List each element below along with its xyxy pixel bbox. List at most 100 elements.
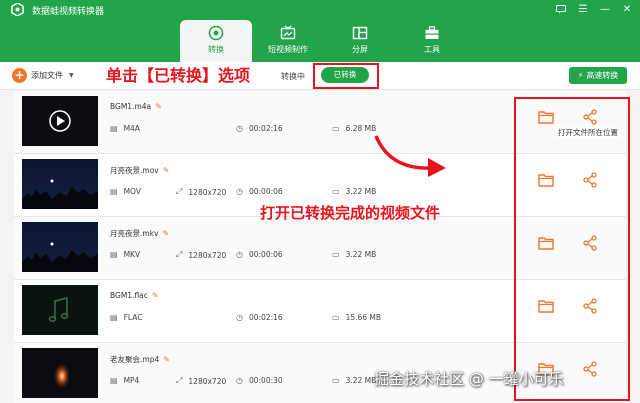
file-resolution: ⤢ 1280x720 xyxy=(176,376,226,386)
file-duration: ◷ 00:00:06 xyxy=(236,250,283,259)
annotation-arrow-icon xyxy=(374,135,446,177)
film-icon: ▤ xyxy=(110,187,118,196)
close-icon[interactable]: ✕ xyxy=(620,2,634,16)
file-size: ▭ 3.22 MB xyxy=(332,250,376,259)
file-duration: ◷ 00:02:16 xyxy=(236,313,283,322)
main-nav: 转换 短视频制作 分屏 工具 xyxy=(180,20,468,62)
music-note-icon xyxy=(48,297,69,322)
annotation-box-actions xyxy=(514,97,630,401)
folder-small-icon: ▭ xyxy=(332,124,340,133)
file-format: ▤ FLAC xyxy=(110,313,142,322)
file-name-text: BGM1.flac xyxy=(110,291,148,300)
plus-icon: + xyxy=(12,68,27,83)
minimize-icon[interactable]: — xyxy=(598,2,612,16)
menu-icon[interactable]: ☰ xyxy=(576,2,590,16)
play-icon xyxy=(49,110,71,132)
file-format: ▤ MP4 xyxy=(110,376,139,385)
annotation-click-converted: 单击【已转换】选项 xyxy=(106,66,251,85)
resolution-icon: ⤢ xyxy=(176,187,183,196)
file-format-text: MOV xyxy=(123,187,141,196)
app-title: 数据蛙视频转换器 xyxy=(32,7,105,17)
file-format-text: MP4 xyxy=(123,376,140,385)
file-duration-text: 00:00:06 xyxy=(248,250,283,259)
edit-icon[interactable]: ✎ xyxy=(163,166,171,175)
video-thumbnail xyxy=(22,348,98,398)
film-icon: ▤ xyxy=(110,250,118,259)
edit-icon[interactable]: ✎ xyxy=(162,229,170,238)
tab-split-screen[interactable]: 分屏 xyxy=(324,20,396,62)
file-name: BGM1.m4a ✎ xyxy=(110,102,163,111)
add-file-button[interactable]: + 添加文件 ▼ xyxy=(12,68,74,83)
annotation-open-files: 打开已转换完成的视频文件 xyxy=(260,204,441,222)
file-size: ▭ 3.22 MB xyxy=(332,376,376,385)
tab-split-screen-label: 分屏 xyxy=(352,45,368,54)
file-format-text: MKV xyxy=(123,250,141,259)
night-scene-icon xyxy=(22,179,98,209)
file-format-text: FLAC xyxy=(123,313,143,322)
file-duration: ◷ 00:00:30 xyxy=(236,376,283,385)
film-icon: ▤ xyxy=(110,124,118,133)
file-resolution: ⤢ 1280x720 xyxy=(176,187,226,197)
file-duration-text: 00:00:30 xyxy=(248,376,283,385)
feedback-icon[interactable] xyxy=(554,2,568,16)
resolution-icon: ⤢ xyxy=(176,250,183,259)
file-size-text: 3.22 MB xyxy=(345,376,377,385)
video-thumbnail xyxy=(22,159,98,209)
clock-icon: ◷ xyxy=(236,187,243,196)
file-name-text: 月亮夜景.mov xyxy=(110,166,159,175)
file-format: ▤ M4A xyxy=(110,124,140,133)
file-resolution-text: 1280x720 xyxy=(188,250,227,260)
file-duration-text: 00:02:16 xyxy=(248,313,283,322)
edit-icon[interactable]: ✎ xyxy=(163,355,171,364)
file-size: ▭ 3.22 MB xyxy=(332,187,376,196)
folder-small-icon: ▭ xyxy=(332,376,340,385)
folder-small-icon: ▭ xyxy=(332,313,340,322)
tab-short-video-label: 短视频制作 xyxy=(268,45,308,54)
tab-convert-label: 转换 xyxy=(208,45,224,54)
file-name: 老友聚会.mp4 ✎ xyxy=(110,354,171,365)
tab-short-video[interactable]: 短视频制作 xyxy=(252,20,324,62)
file-size-text: 15.66 MB xyxy=(345,313,382,322)
app-logo-icon xyxy=(11,3,24,16)
edit-icon[interactable]: ✎ xyxy=(152,291,160,300)
annotation-box-converted xyxy=(313,63,379,89)
window-controls: ☰ — ✕ xyxy=(554,2,634,16)
night-scene-icon xyxy=(22,242,98,272)
caret-down-icon[interactable]: ▼ xyxy=(69,72,74,79)
file-name-text: 月亮夜景.mkv xyxy=(110,229,159,238)
file-format: ▤ MOV xyxy=(110,187,141,196)
folder-small-icon: ▭ xyxy=(332,187,340,196)
tab-convert[interactable]: 转换 xyxy=(180,20,252,62)
convert-icon xyxy=(208,25,224,41)
file-format: ▤ MKV xyxy=(110,250,140,259)
file-duration-text: 00:02:16 xyxy=(248,124,283,133)
file-resolution: ⤢ 1280x720 xyxy=(176,250,226,260)
clock-icon: ◷ xyxy=(236,313,243,322)
file-name: BGM1.flac ✎ xyxy=(110,291,160,300)
file-size-text: 3.22 MB xyxy=(345,187,377,196)
tooltip-open-location: 打开文件所在位置 xyxy=(556,127,620,138)
file-name: 月亮夜景.mov ✎ xyxy=(110,165,171,176)
file-size-text: 3.22 MB xyxy=(345,250,377,259)
audio-thumbnail xyxy=(22,285,98,335)
add-file-label: 添加文件 xyxy=(31,71,63,80)
tab-converting[interactable]: 转换中 xyxy=(281,71,305,82)
edit-icon[interactable]: ✎ xyxy=(155,102,163,111)
film-icon: ▤ xyxy=(110,313,118,322)
file-name-text: BGM1.m4a xyxy=(110,102,152,111)
toolbox-icon xyxy=(425,26,439,39)
clock-icon: ◷ xyxy=(236,376,243,385)
sparkle-icon xyxy=(53,362,71,390)
file-resolution-text: 1280x720 xyxy=(188,187,227,197)
clock-icon: ◷ xyxy=(236,124,243,133)
file-duration: ◷ 00:00:06 xyxy=(236,187,283,196)
tab-tools-label: 工具 xyxy=(424,45,440,54)
fast-convert-button[interactable]: ⚡ 高速转换 xyxy=(569,67,627,84)
file-name-text: 老友聚会.mp4 xyxy=(110,355,160,364)
file-size: ▭ 15.66 MB xyxy=(332,313,381,322)
tv-icon xyxy=(280,25,296,40)
file-duration-text: 00:00:06 xyxy=(248,187,283,196)
tab-tools[interactable]: 工具 xyxy=(396,20,468,62)
resolution-icon: ⤢ xyxy=(176,376,183,385)
video-thumbnail xyxy=(22,222,98,272)
